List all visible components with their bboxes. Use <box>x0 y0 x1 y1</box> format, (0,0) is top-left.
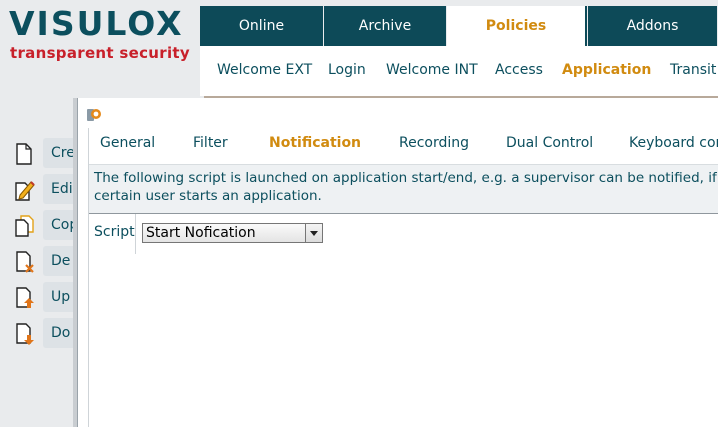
logo: VISULOX transparent security <box>0 0 200 96</box>
dialog-body: General Filter Notification Recording Du… <box>88 128 718 427</box>
edit-document-icon <box>15 181 35 201</box>
upload-label: Up <box>51 289 71 305</box>
tab-addons[interactable]: Addons <box>587 6 718 46</box>
copy-button[interactable]: Cop <box>10 210 83 240</box>
subnav-transit[interactable]: Transit <box>670 62 716 78</box>
create-label: Cre <box>51 145 75 161</box>
delete-document-icon <box>16 251 34 273</box>
subnav-welcome-ext[interactable]: Welcome EXT <box>217 62 312 78</box>
tab-online[interactable]: Online <box>200 6 324 46</box>
download-label: Do <box>51 325 71 341</box>
logo-tagline: transparent security <box>10 44 190 62</box>
script-label: Script <box>94 224 135 240</box>
tab-general[interactable]: General <box>100 135 155 151</box>
field-separator <box>135 214 136 254</box>
delete-button[interactable]: De <box>10 246 83 276</box>
create-button[interactable]: Cre <box>10 138 83 168</box>
info-text: The following script is launched on appl… <box>94 170 718 204</box>
upload-document-icon <box>16 287 34 308</box>
new-document-icon <box>16 143 32 165</box>
subnav-welcome-int[interactable]: Welcome INT <box>386 62 478 78</box>
script-select[interactable]: Start Nofication <box>142 223 323 243</box>
dialog-titlebar[interactable] <box>78 98 718 128</box>
upload-button[interactable]: Up <box>10 282 83 312</box>
application-dialog: General Filter Notification Recording Du… <box>77 98 718 427</box>
edit-button[interactable]: Edi <box>10 174 83 204</box>
logo-text: VISULOX <box>9 4 184 43</box>
tab-recording[interactable]: Recording <box>399 135 469 151</box>
subnav-application[interactable]: Application <box>562 62 651 78</box>
sub-nav: Welcome EXT Login Welcome INT Access App… <box>200 46 718 96</box>
script-select-value: Start Nofication <box>146 225 256 241</box>
subnav-access[interactable]: Access <box>495 62 543 78</box>
copy-document-icon <box>15 215 34 237</box>
delete-label: De <box>51 253 71 269</box>
edit-label: Edi <box>51 181 73 197</box>
main-nav: Online Archive Policies Addons <box>200 6 718 46</box>
info-box: The following script is launched on appl… <box>89 164 718 214</box>
tab-dual-control[interactable]: Dual Control <box>506 135 593 151</box>
tab-keyboard-control[interactable]: Keyboard control <box>629 135 718 151</box>
tab-filter[interactable]: Filter <box>193 135 228 151</box>
download-button[interactable]: Do <box>10 318 83 348</box>
app-icon <box>87 109 101 121</box>
tab-policies[interactable]: Policies <box>447 6 585 46</box>
chevron-down-icon[interactable] <box>305 224 322 242</box>
tab-archive[interactable]: Archive <box>324 6 447 46</box>
download-document-icon <box>16 323 34 345</box>
tab-notification[interactable]: Notification <box>269 135 361 151</box>
subnav-login[interactable]: Login <box>328 62 366 78</box>
